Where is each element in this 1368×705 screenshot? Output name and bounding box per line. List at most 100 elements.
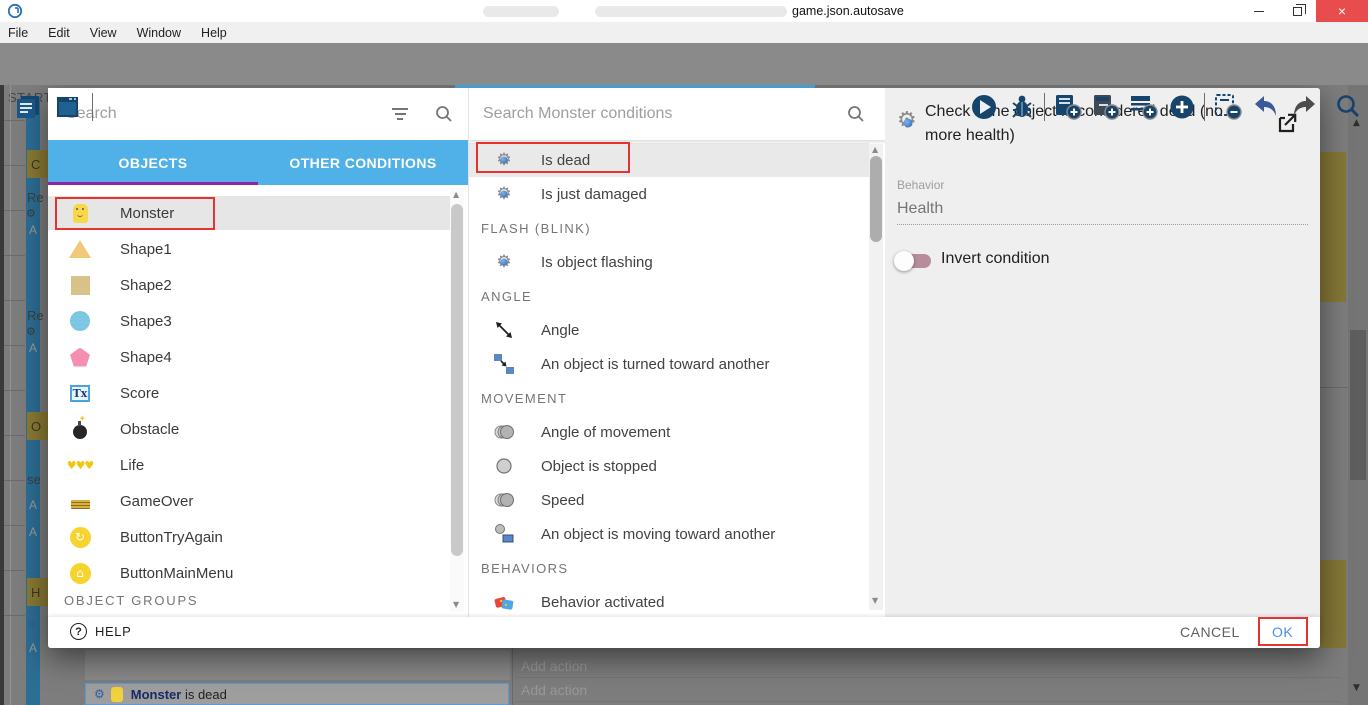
condition-row-behavior-activated[interactable]: Behavior activated	[469, 585, 869, 617]
conditions-scrollbar-thumb[interactable]	[870, 156, 882, 242]
section-header-movement: MOVEMENT	[481, 381, 861, 415]
add-action-link[interactable]: Add action	[515, 679, 1341, 702]
condition-row-turned-toward[interactable]: An object is turned toward another	[469, 347, 869, 381]
window-title: game.json.autosave	[792, 4, 904, 18]
object-row-shape1[interactable]: Shape1	[48, 232, 450, 266]
action-gear-icon: ⚙	[26, 325, 36, 338]
menu-file[interactable]: File	[0, 22, 38, 43]
project-manager-button[interactable]	[13, 93, 45, 121]
object-label: Shape2	[120, 277, 172, 294]
condition-row-speed[interactable]: Speed	[469, 483, 869, 517]
behavior-select[interactable]: Health	[897, 200, 943, 218]
menu-edit[interactable]: Edit	[38, 22, 80, 43]
add-subevent-icon	[1091, 93, 1121, 121]
events-scrollbar-thumb[interactable]	[1350, 330, 1366, 480]
section-header-angle: ANGLE	[481, 279, 861, 313]
debug-button[interactable]	[1006, 93, 1038, 121]
moving-toward-icon	[493, 523, 515, 545]
search-icon[interactable]	[846, 104, 866, 124]
delete-event-button[interactable]	[1212, 93, 1244, 121]
add-subevent-button[interactable]	[1090, 93, 1122, 121]
help-label: HELP	[95, 624, 131, 639]
condition-detail-panel: ⚙ Check if the object is considered dead…	[885, 88, 1320, 617]
add-action-link[interactable]: Add action	[515, 655, 1341, 678]
event-indent-bar	[26, 97, 40, 705]
debug-icon	[1008, 93, 1036, 121]
object-row-shape3[interactable]: Shape3	[48, 304, 450, 338]
triangle-icon	[68, 237, 92, 261]
object-label: Shape1	[120, 241, 172, 258]
undo-icon	[1252, 93, 1280, 121]
help-button[interactable]: ? HELP	[70, 623, 131, 640]
object-row-buttonmainmenu[interactable]: ⌂ ButtonMainMenu	[48, 556, 450, 590]
filter-icon[interactable]	[392, 105, 408, 123]
scroll-down-icon[interactable]: ▼	[453, 600, 459, 609]
undo-button[interactable]	[1250, 93, 1282, 121]
home-button-icon: ⌂	[68, 561, 92, 585]
gameover-text-icon	[68, 489, 92, 513]
menu-window[interactable]: Window	[127, 22, 191, 43]
object-row-score[interactable]: Tx Score	[48, 376, 450, 410]
condition-editor-dialog: OBJECTS OTHER CONDITIONS Monster Shape1 …	[48, 88, 1320, 648]
add-comment-icon	[1129, 93, 1159, 121]
scroll-up-icon[interactable]: ▲	[453, 190, 459, 199]
comment-event-block	[1320, 152, 1346, 302]
search-icon[interactable]	[434, 104, 454, 124]
event-conditions-area[interactable]	[85, 650, 510, 680]
conditions-search-input[interactable]	[483, 105, 846, 123]
scroll-up-icon[interactable]: ▲	[872, 145, 878, 154]
tab-objects[interactable]: OBJECTS	[48, 140, 258, 185]
active-tab-underline	[48, 182, 258, 185]
toolbar-separator	[1204, 93, 1205, 121]
object-label: GameOver	[120, 493, 193, 510]
comment-event-fragment: C	[27, 150, 48, 178]
object-row-shape4[interactable]: Shape4	[48, 340, 450, 374]
stopped-circle-icon	[493, 455, 515, 477]
cancel-button[interactable]: CANCEL	[1180, 624, 1240, 640]
condition-row-is-object-flashing[interactable]: ⚙ Is object flashing	[469, 245, 869, 279]
objects-tab-bar: OBJECTS OTHER CONDITIONS	[48, 140, 468, 185]
scene-editor-icon	[54, 94, 82, 120]
event-text-fragment: Re	[27, 190, 44, 205]
close-button[interactable]: ×	[1316, 0, 1368, 22]
menu-view[interactable]: View	[80, 22, 127, 43]
add-action-fragment: A	[29, 641, 37, 655]
object-row-obstacle[interactable]: Obstacle	[48, 412, 450, 446]
menu-help[interactable]: Help	[191, 22, 237, 43]
objects-scrollbar-thumb[interactable]	[451, 204, 463, 556]
turned-toward-icon	[493, 353, 515, 375]
object-row-shape2[interactable]: Shape2	[48, 268, 450, 302]
invert-condition-toggle[interactable]	[897, 254, 931, 268]
restore-button[interactable]	[1278, 0, 1316, 22]
objects-scrollbar[interactable]: ▲ ▼	[450, 188, 464, 612]
play-button[interactable]	[968, 93, 1000, 121]
objects-search-input[interactable]	[66, 105, 392, 123]
health-gear-icon: ⚙	[493, 183, 515, 205]
question-mark-icon: ?	[70, 623, 87, 640]
health-gear-icon: ⚙	[493, 251, 515, 273]
add-event-button[interactable]	[1052, 93, 1084, 121]
scroll-down-icon[interactable]: ▼	[1353, 683, 1360, 693]
object-label: Shape3	[120, 313, 172, 330]
object-row-gameover[interactable]: GameOver	[48, 484, 450, 518]
toolbar-search-button[interactable]	[1332, 93, 1364, 121]
scene-editor-button[interactable]	[52, 93, 84, 121]
object-label: ButtonTryAgain	[120, 529, 223, 546]
condition-row-angle[interactable]: Angle	[469, 313, 869, 347]
condition-row-object-is-stopped[interactable]: Object is stopped	[469, 449, 869, 483]
conditions-scrollbar[interactable]: ▲ ▼	[869, 144, 883, 610]
add-comment-button[interactable]	[1128, 93, 1160, 121]
object-row-buttontryagain[interactable]: ↻ ButtonTryAgain	[48, 520, 450, 554]
minimize-button[interactable]	[1240, 0, 1278, 22]
add-action-fragment: A	[29, 223, 37, 237]
condition-row-angle-of-movement[interactable]: Angle of movement	[469, 415, 869, 449]
selected-condition-row[interactable]: ⚙ Monster is dead	[85, 683, 509, 705]
condition-row-moving-toward[interactable]: An object is moving toward another	[469, 517, 869, 551]
scroll-down-icon[interactable]: ▼	[872, 596, 878, 605]
condition-row-is-just-damaged[interactable]: ⚙ Is just damaged	[469, 177, 869, 211]
angle-arrow-icon	[493, 319, 515, 341]
tab-other-conditions[interactable]: OTHER CONDITIONS	[258, 140, 468, 185]
add-circle-button[interactable]	[1166, 93, 1198, 121]
redo-button[interactable]	[1288, 93, 1320, 121]
object-row-life[interactable]: ♥♥♥ Life	[48, 448, 450, 482]
